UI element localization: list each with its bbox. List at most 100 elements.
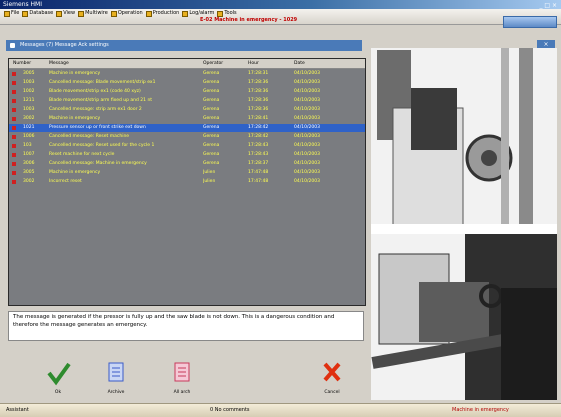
table-row[interactable]: 103 Cancelled message: Reset used for the…	[9, 142, 365, 150]
checkmark-icon	[47, 362, 71, 386]
cell-hour: 17:28:41	[248, 116, 269, 121]
cell-message: Pressure sensor up or front strike ext d…	[49, 125, 146, 130]
column-header-number[interactable]: Number	[13, 59, 31, 68]
table-row[interactable]: 1002 Blade movement/strip ex1 (code 40 xy…	[9, 88, 365, 96]
cell-number: 3005	[23, 71, 35, 76]
cell-number: 1002	[23, 89, 35, 94]
cell-number: 1211	[23, 98, 35, 103]
cell-operator: Gerena	[203, 80, 220, 85]
table-row[interactable]: 1003 Cancelled message: strip arm ex1 doo…	[9, 106, 365, 114]
table-row[interactable]: 3005 Machine in emergency Gerena 17:28:31 04…	[9, 70, 365, 78]
table-row[interactable]: 3002 Incorrect reset Julien 17:47:48 04/10/2…	[9, 178, 365, 186]
alarm-row-icon	[12, 72, 16, 76]
alarm-row-icon	[12, 171, 16, 175]
alarm-row-icon	[12, 135, 16, 139]
cell-message: Blade movement/strip ex1 (code 40 xyz)	[49, 89, 141, 94]
status-emergency: Machine in emergency	[452, 407, 509, 413]
menu-item[interactable]: Log/alarm	[182, 10, 214, 17]
cancel-button-label: Cancel	[324, 390, 340, 395]
toolbar-status-panel[interactable]	[503, 16, 557, 28]
table-row[interactable]: 1006 Cancelled message: Reset machine Gere…	[9, 133, 365, 141]
cell-message: Cancelled message: Blade movement/strip …	[49, 80, 156, 85]
menu-item-icon	[56, 10, 63, 17]
archive-button[interactable]: Archive	[96, 358, 136, 396]
cell-date: 04/10/2003	[294, 143, 320, 148]
cell-message: Blade movement/strip arm fixed up and 21…	[49, 98, 153, 103]
messages-pane-title-text: Messages (7) Message Ack settings	[20, 42, 109, 48]
pin-icon[interactable]	[10, 43, 15, 48]
menu-item[interactable]: File	[4, 10, 19, 17]
cell-hour: 17:28:36	[248, 98, 269, 103]
column-header-message[interactable]: Message	[49, 59, 69, 68]
cell-hour: 17:28:37	[248, 161, 269, 166]
menu-item[interactable]: Multiwire	[78, 10, 108, 17]
cell-date: 04/10/2003	[294, 170, 320, 175]
column-header-operator[interactable]: Operator	[203, 59, 223, 68]
cell-message: Machine in emergency	[49, 116, 101, 121]
alarm-row-icon	[12, 153, 16, 157]
table-row[interactable]: 3002 Machine in emergency Gerena 17:28:41 04…	[9, 115, 365, 123]
machine-photo	[371, 48, 557, 400]
archive-icon	[108, 362, 124, 382]
cell-operator: Gerena	[203, 98, 220, 103]
cancel-button[interactable]: Cancel	[312, 358, 352, 396]
cancel-x-icon	[323, 362, 341, 382]
table-row[interactable]: 1007 Reset machine for next cycle Gerena 17…	[9, 151, 365, 159]
menu-item-label: Database	[29, 10, 54, 16]
menu-item[interactable]: Database	[22, 10, 53, 17]
cell-operator: Gerena	[203, 134, 220, 139]
menu-item-label: Multiwire	[85, 10, 108, 16]
cell-date: 04/10/2003	[294, 107, 320, 112]
menu-item[interactable]: Operation	[110, 10, 143, 17]
menu-item-label: Tools	[224, 10, 237, 16]
all-archive-button[interactable]: All arch	[162, 358, 202, 396]
cell-number: 3005	[23, 170, 35, 175]
table-header: Number Message Operator Hour Date	[9, 59, 365, 69]
table-row[interactable]: 3006 Cancelled message: Machine in emerge…	[9, 160, 365, 168]
menu-item-icon	[78, 10, 85, 17]
cell-operator: Gerena	[203, 152, 220, 157]
cell-hour: 17:28:42	[248, 134, 269, 139]
cell-date: 04/10/2003	[294, 125, 320, 130]
menu-item[interactable]: Tools	[217, 10, 237, 17]
machine-illustration	[371, 48, 557, 400]
alarm-row-icon	[12, 180, 16, 184]
alarm-row-icon	[12, 126, 16, 130]
table-row[interactable]: 1211 Blade movement/strip arm fixed up an…	[9, 97, 365, 105]
column-header-date[interactable]: Date	[294, 59, 305, 68]
menu-item-label: File	[11, 10, 20, 16]
column-header-hour[interactable]: Hour	[248, 59, 259, 68]
cell-number: 1003	[23, 80, 35, 85]
cell-hour: 17:28:43	[248, 143, 269, 148]
menu-item[interactable]: View	[56, 10, 75, 17]
menu-item[interactable]: Production	[145, 10, 179, 17]
alarm-row-icon	[12, 162, 16, 166]
cell-operator: Gerena	[203, 71, 220, 76]
menu-item-label: View	[63, 10, 76, 16]
menu-item-icon	[217, 10, 224, 17]
table-row[interactable]: 1021 Pressure sensor up or front strike e…	[9, 124, 365, 132]
messages-pane-title: Messages (7) Message Ack settings	[6, 40, 362, 51]
table-row[interactable]: 1003 Cancelled message: Blade movement/st…	[9, 79, 365, 87]
status-assistant[interactable]: Assistant	[6, 404, 29, 417]
ok-button-label: Ok	[54, 390, 62, 395]
ok-button[interactable]: Ok	[38, 358, 78, 396]
cell-number: 3002	[23, 116, 35, 121]
cell-number: 3006	[23, 161, 35, 166]
menu-item-label: Operation	[117, 10, 143, 16]
cell-hour: 17:28:36	[248, 89, 269, 94]
cell-operator: Gerena	[203, 143, 220, 148]
menu-list: File Database View Multiwire Operation Produc…	[4, 10, 237, 17]
menu-bar: File Database View Multiwire Operation Produc…	[0, 9, 561, 25]
cell-message: Machine in emergency	[49, 71, 101, 76]
menu-item-icon	[22, 10, 29, 17]
cell-operator: Gerena	[203, 107, 220, 112]
alarm-banner: E-02 Machine in emergency - 1029	[200, 17, 298, 23]
cell-date: 04/10/2003	[294, 80, 320, 85]
alarm-row-icon	[12, 90, 16, 94]
table-row[interactable]: 3005 Machine in emergency Julien 17:47:48 04…	[9, 169, 365, 177]
cell-date: 04/10/2003	[294, 116, 320, 121]
alarm-row-icon	[12, 81, 16, 85]
cell-operator: Gerena	[203, 89, 220, 94]
messages-table: Number Message Operator Hour Date 3005 Ma…	[8, 58, 366, 306]
